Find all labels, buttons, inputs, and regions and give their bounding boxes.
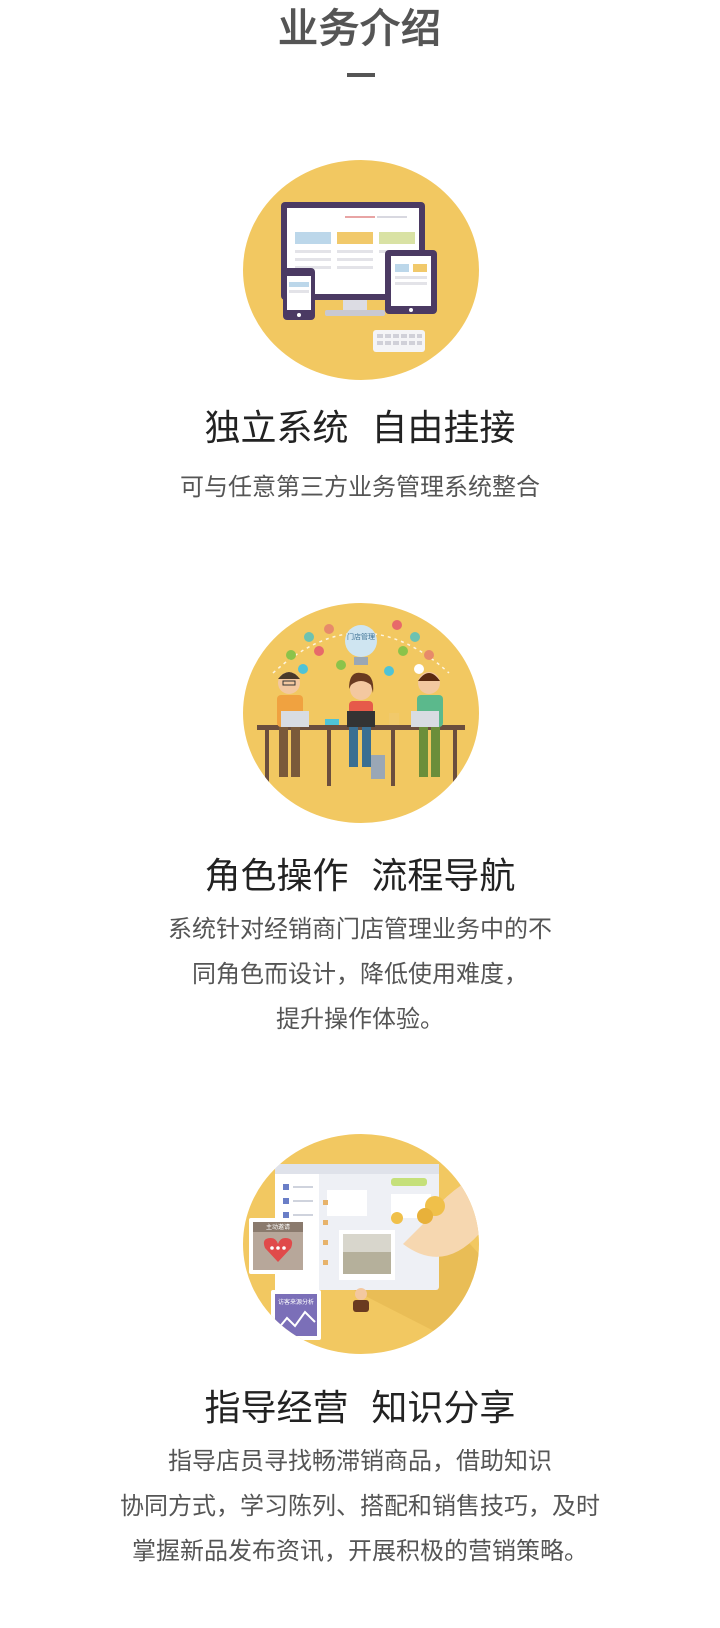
marketing-icon: 主动邀请 访客来源分析: [249, 1164, 479, 1354]
section-desc-1: 可与任意第三方业务管理系统整合: [0, 465, 720, 510]
desc-line: 提升操作体验。: [276, 1005, 444, 1033]
desc-line: 可与任意第三方业务管理系统整合: [180, 473, 540, 501]
page-title: 业务介绍: [278, 6, 442, 52]
desc-line: 协同方式，学习陈列、搭配和销售技巧，及时: [120, 1492, 600, 1520]
desc-line: 系统针对经销商门店管理业务中的不: [168, 915, 552, 943]
bulb-label: 门店管理: [347, 632, 375, 641]
title-divider: [347, 73, 375, 77]
section-heading-2: 角色操作 流程导航: [204, 856, 516, 897]
card-label-invite: 主动邀请: [266, 1223, 290, 1231]
desc-line: 同角色而设计，降低使用难度，: [192, 960, 528, 988]
section-heading-3: 指导经营 知识分享: [204, 1388, 516, 1429]
card-label-analysis: 访客来源分析: [278, 1298, 314, 1306]
section-desc-2: 系统针对经销商门店管理业务中的不 同角色而设计，降低使用难度， 提升操作体验。: [0, 907, 720, 1042]
circle-illustration-3: 主动邀请 访客来源分析: [243, 1134, 479, 1354]
desc-line: 掌握新品发布资讯，开展积极的营销策略。: [132, 1537, 588, 1565]
circle-illustration-2: 门店管理: [243, 603, 479, 823]
section-desc-3: 指导店员寻找畅滞销商品，借助知识 协同方式，学习陈列、搭配和销售技巧，及时 掌握…: [0, 1439, 720, 1574]
desc-line: 指导店员寻找畅滞销商品，借助知识: [168, 1447, 552, 1475]
team-icon: 门店管理: [257, 620, 465, 786]
devices-icon: [281, 202, 437, 352]
section-heading-1: 独立系统 自由挂接: [204, 408, 516, 449]
circle-illustration-1: [243, 160, 479, 380]
